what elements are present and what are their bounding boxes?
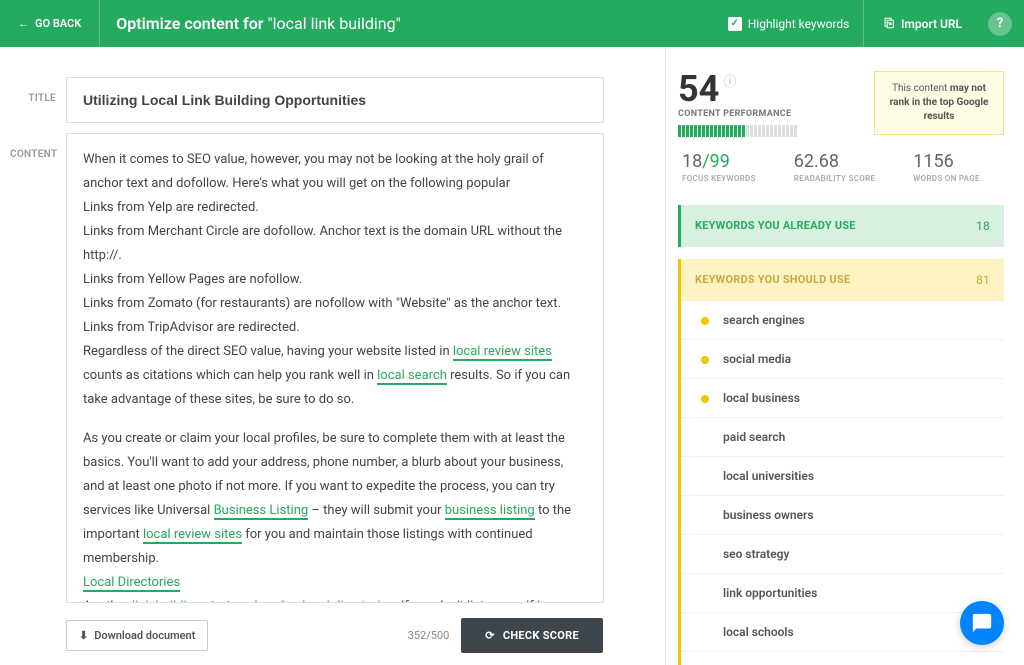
section-count: 18 xyxy=(976,219,990,233)
content-line: As you create or claim your local profil… xyxy=(83,427,587,571)
spacer xyxy=(83,413,587,427)
highlighted-keyword: business listing xyxy=(445,503,535,520)
text: . If you don't list yourself in any xyxy=(394,599,571,603)
text: counts as citations which can help you r… xyxy=(83,368,377,383)
highlighted-keyword: local review sites xyxy=(143,527,242,544)
content-line: Links from TripAdvisor are redirected. xyxy=(83,316,587,340)
header-actions: ✓ Highlight keywords ⎘ Import URL ? xyxy=(728,0,1012,47)
keyword-suggestion[interactable]: seo strategy xyxy=(681,535,1004,574)
keyword-suggestion[interactable]: local rankings xyxy=(681,652,1004,665)
ranking-warning: This content may not rank in the top Goo… xyxy=(874,71,1004,135)
download-document-button[interactable]: ⬇ Download document xyxy=(66,620,208,651)
metrics-pane: 54 ⓘ CONTENT PERFORMANCE This content ma… xyxy=(665,47,1024,665)
refresh-icon: ⟳ xyxy=(485,629,495,642)
content-line: Another link building strategy is using … xyxy=(83,595,587,603)
import-label: Import URL xyxy=(901,17,962,31)
words-on-page-stat: 1156 WORDS ON PAGE xyxy=(913,151,980,183)
stats-row: 18/99 FOCUS KEYWORDS 62.68 READABILITY S… xyxy=(678,151,1004,183)
section-title: KEYWORDS YOU SHOULD USE xyxy=(695,273,850,287)
keywords-already-use-header[interactable]: KEYWORDS YOU ALREADY USE 18 xyxy=(678,205,1004,247)
content-line: Links from Yellow Pages are nofollow. xyxy=(83,268,587,292)
keyword-suggestion[interactable]: local universities xyxy=(681,457,1004,496)
section-title: KEYWORDS YOU ALREADY USE xyxy=(695,219,856,233)
highlighted-keyword: Local Directories xyxy=(83,575,180,592)
stat-label: WORDS ON PAGE xyxy=(913,174,980,183)
content-line: Links from Yelp are redirected. xyxy=(83,196,587,220)
title-prefix: Optimize content for xyxy=(116,14,267,33)
warn-text: This content xyxy=(892,83,950,94)
go-back-button[interactable]: ← GO BACK xyxy=(12,0,100,47)
stat-max: 99 xyxy=(710,151,730,172)
import-icon: ⎘ xyxy=(884,16,894,31)
title-label: TITLE xyxy=(10,77,66,123)
text: – they will submit your xyxy=(308,503,445,518)
focus-keywords-stat: 18/99 FOCUS KEYWORDS xyxy=(682,151,756,183)
chat-widget-button[interactable] xyxy=(960,601,1004,645)
chat-icon xyxy=(971,612,993,634)
highlight-label: Highlight keywords xyxy=(748,17,850,31)
import-url-button[interactable]: ⎘ Import URL xyxy=(878,16,968,31)
keyword-suggestion[interactable]: local business xyxy=(681,379,1004,418)
section-count: 81 xyxy=(976,273,990,287)
text: strategy is using xyxy=(201,599,302,603)
check-label: CHECK SCORE xyxy=(503,629,579,642)
score-row: 54 ⓘ CONTENT PERFORMANCE This content ma… xyxy=(678,71,1004,137)
keywords-should-use-header[interactable]: KEYWORDS YOU SHOULD USE 81 xyxy=(678,259,1004,301)
text: Another xyxy=(83,599,132,603)
highlighted-keyword: local search xyxy=(377,368,447,385)
main-content: TITLE CONTENT When it comes to SEO value… xyxy=(0,47,1024,665)
stat-sep: / xyxy=(702,151,709,172)
score-bar xyxy=(678,125,797,137)
text: Regardless of the direct SEO value, havi… xyxy=(83,344,453,359)
highlighted-keyword: local directories xyxy=(302,599,394,603)
editor-footer: ⬇ Download document 352/500 ⟳ CHECK SCOR… xyxy=(66,618,603,653)
highlight-keywords-toggle[interactable]: ✓ Highlight keywords xyxy=(728,17,850,31)
keyword-suggestion[interactable]: search engines xyxy=(681,301,1004,340)
keywords-should-use-list: search enginessocial medialocal business… xyxy=(678,301,1004,665)
download-label: Download document xyxy=(94,629,195,642)
content-line: When it comes to SEO value, however, you… xyxy=(83,148,587,196)
content-label: CONTENT xyxy=(10,133,66,603)
page-title: Optimize content for "local link buildin… xyxy=(100,14,728,33)
word-count: 352/500 xyxy=(408,629,450,642)
content-editor[interactable]: When it comes to SEO value, however, you… xyxy=(66,133,604,603)
title-input[interactable] xyxy=(66,77,604,123)
keyword-suggestion[interactable]: paid search xyxy=(681,418,1004,457)
title-query: "local link building" xyxy=(267,14,400,33)
highlighted-keyword: local review sites xyxy=(453,344,552,361)
highlighted-keyword: link building xyxy=(132,599,201,603)
stat-used: 18 xyxy=(682,151,702,172)
app-header: ← GO BACK Optimize content for "local li… xyxy=(0,0,1024,47)
checkbox-icon: ✓ xyxy=(728,17,742,31)
content-line: Links from Merchant Circle are dofollow.… xyxy=(83,220,587,268)
download-icon: ⬇ xyxy=(79,629,88,642)
keyword-suggestion[interactable]: local schools xyxy=(681,613,1004,652)
info-icon[interactable]: ⓘ xyxy=(723,71,736,90)
readability-stat: 62.68 READABILITY SCORE xyxy=(794,151,876,183)
stat-value: 1156 xyxy=(913,151,980,172)
go-back-label: GO BACK xyxy=(35,17,81,30)
content-performance-score: 54 xyxy=(678,71,719,107)
score-block: 54 ⓘ CONTENT PERFORMANCE xyxy=(678,71,797,137)
content-line: Local Directories xyxy=(83,571,587,595)
stat-label: FOCUS KEYWORDS xyxy=(682,174,756,183)
editor-pane: TITLE CONTENT When it comes to SEO value… xyxy=(0,47,665,665)
score-label: CONTENT PERFORMANCE xyxy=(678,109,797,119)
keyword-suggestion[interactable]: social media xyxy=(681,340,1004,379)
keyword-suggestion[interactable]: business owners xyxy=(681,496,1004,535)
divider xyxy=(863,0,864,47)
help-button[interactable]: ? xyxy=(988,12,1012,36)
stat-label: READABILITY SCORE xyxy=(794,174,876,183)
content-line: Links from Zomato (for restaurants) are … xyxy=(83,292,587,316)
arrow-left-icon: ← xyxy=(18,17,29,30)
keyword-suggestion[interactable]: link opportunities xyxy=(681,574,1004,613)
stat-value: 62.68 xyxy=(794,151,876,172)
highlighted-keyword: Business Listing xyxy=(214,503,309,520)
check-score-button[interactable]: ⟳ CHECK SCORE xyxy=(461,618,603,653)
content-line: Regardless of the direct SEO value, havi… xyxy=(83,340,587,412)
